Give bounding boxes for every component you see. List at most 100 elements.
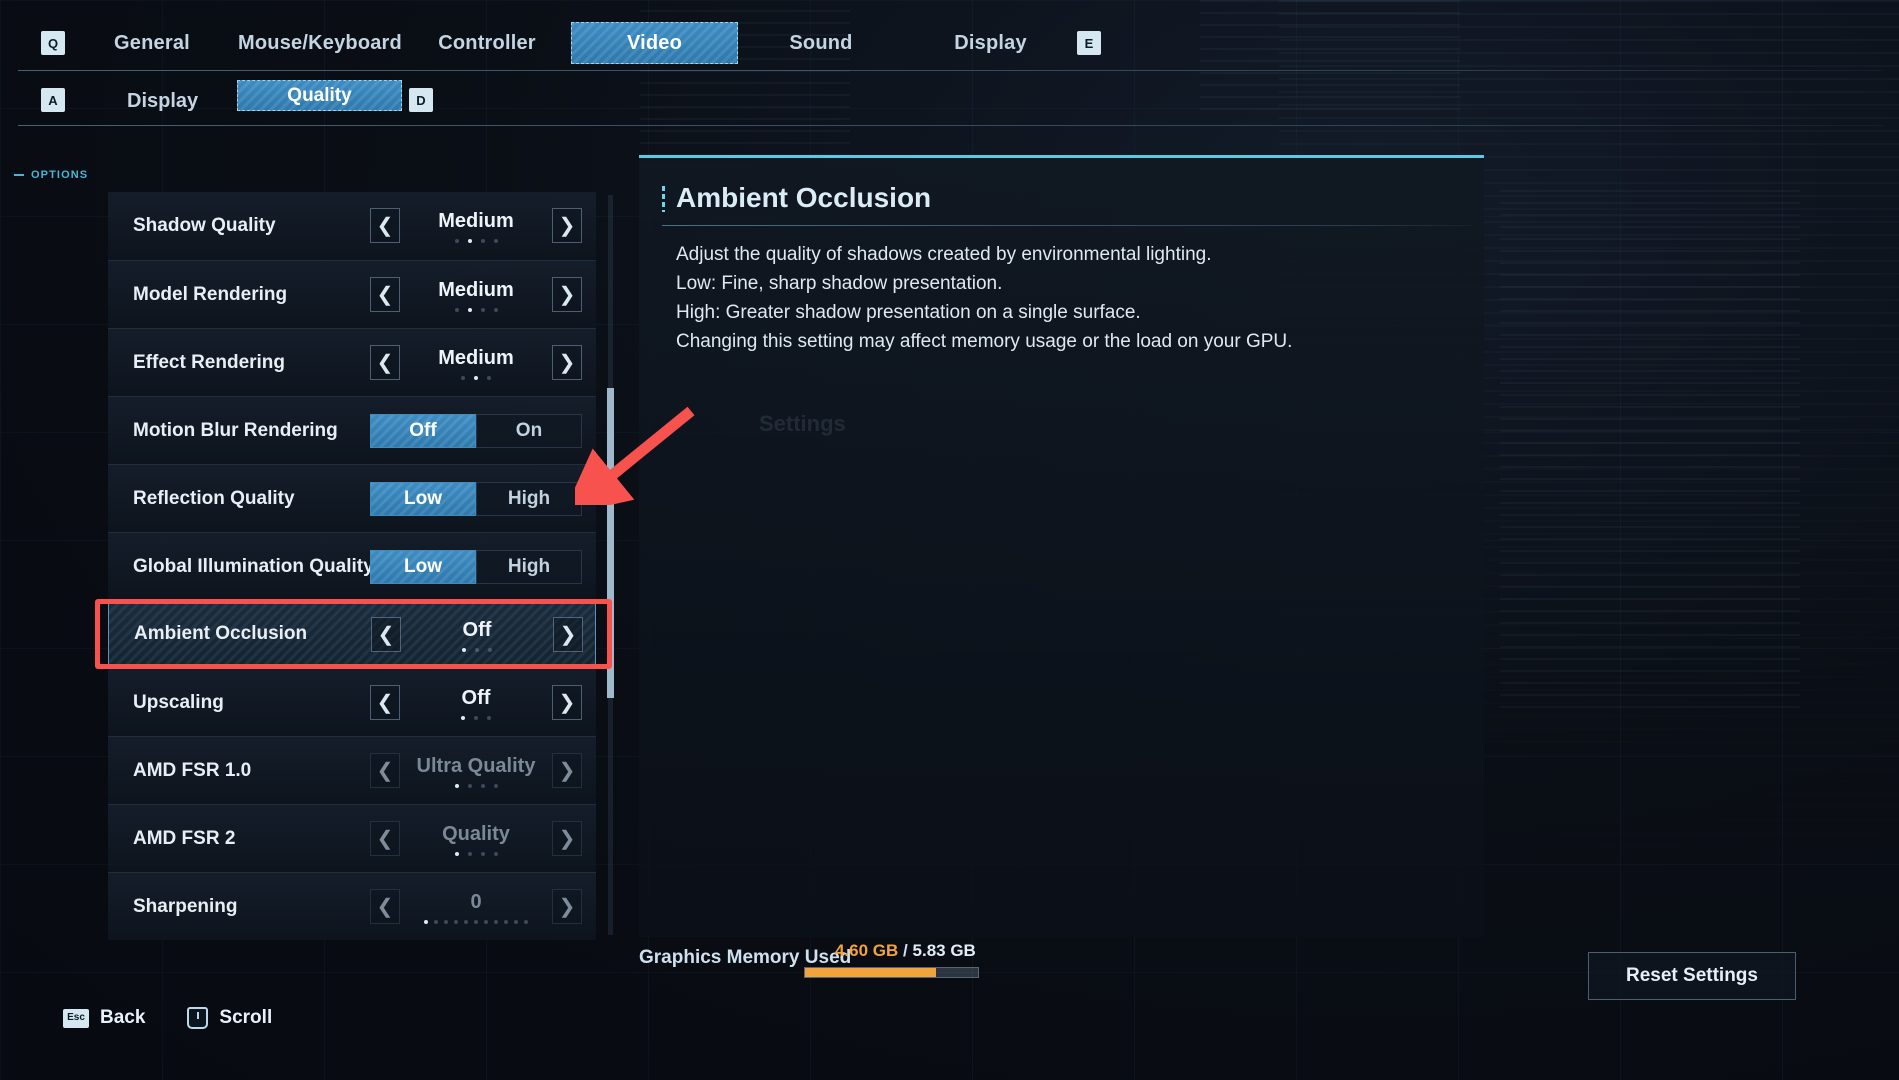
- setting-row-sharpening[interactable]: Sharpening ❮ ❯ 0: [108, 872, 596, 940]
- subnav-prev-key[interactable]: A: [41, 88, 65, 112]
- chevron-right-icon[interactable]: ❯: [552, 889, 582, 924]
- chevron-right-icon[interactable]: ❯: [552, 753, 582, 788]
- setting-row-upscaling[interactable]: Upscaling ❮ ❯ Off: [108, 668, 596, 736]
- position-dot: [454, 308, 459, 312]
- tab-sound[interactable]: Sound: [765, 22, 877, 64]
- hint-scroll[interactable]: Scroll: [187, 1007, 272, 1029]
- toggle-option-on[interactable]: On: [476, 414, 582, 448]
- reset-settings-button[interactable]: Reset Settings: [1588, 952, 1796, 1000]
- key-e-icon: E: [1077, 31, 1101, 55]
- tab-mouse-keyboard[interactable]: Mouse/Keyboard: [225, 22, 415, 64]
- subnav-selected-quality[interactable]: Quality: [237, 80, 402, 111]
- detail-line: Adjust the quality of shadows created by…: [676, 244, 1212, 265]
- graphics-memory-bar-fill: [805, 968, 937, 977]
- position-dot: [514, 920, 518, 924]
- hint-back[interactable]: Esc Back: [63, 1007, 145, 1029]
- chevron-left-icon[interactable]: ❮: [370, 685, 400, 720]
- setting-detail-panel: Ambient Occlusion Adjust the quality of …: [639, 155, 1484, 937]
- setting-row-shadow-quality[interactable]: Shadow Quality ❮ ❯ Medium: [108, 192, 596, 260]
- setting-label: AMD FSR 1.0: [133, 759, 252, 781]
- toggle-option-high[interactable]: High: [476, 482, 582, 516]
- subnav-next-key[interactable]: D: [409, 88, 433, 112]
- tab-general[interactable]: General: [93, 22, 211, 64]
- position-dot: [494, 920, 498, 924]
- position-dot: [480, 784, 485, 788]
- settings-list[interactable]: Shadow Quality ❮ ❯ Medium Model Rendering ❮ ❯ M…: [108, 192, 596, 940]
- subnav-divider: [18, 125, 1883, 126]
- setting-row-global-illumination-quality[interactable]: Global Illumination Quality Low High: [108, 532, 596, 600]
- chevron-right-icon[interactable]: ❯: [553, 617, 583, 652]
- setting-row-motion-blur-rendering[interactable]: Motion Blur Rendering Off On: [108, 396, 596, 464]
- tab-video[interactable]: Video: [571, 22, 738, 64]
- setting-row-reflection-quality[interactable]: Reflection Quality Low High: [108, 464, 596, 532]
- position-dot: [493, 308, 498, 312]
- position-dot: [480, 852, 485, 856]
- chevron-left-icon[interactable]: ❮: [371, 617, 401, 652]
- chevron-left-icon[interactable]: ❮: [370, 821, 400, 856]
- graphics-memory-label: Graphics Memory Used: [639, 947, 852, 968]
- detail-line: Changing this setting may affect memory …: [676, 331, 1293, 352]
- setting-row-effect-rendering[interactable]: Effect Rendering ❮ ❯ Medium: [108, 328, 596, 396]
- chevron-left-icon[interactable]: ❮: [370, 277, 400, 312]
- memory-total-value: 5.83 GB: [912, 941, 976, 960]
- chevron-right-icon[interactable]: ❯: [552, 685, 582, 720]
- setting-label: Shadow Quality: [133, 215, 276, 236]
- setting-row-model-rendering[interactable]: Model Rendering ❮ ❯ Medium: [108, 260, 596, 328]
- position-dot: [488, 648, 492, 652]
- detail-watermark: Settings: [759, 411, 846, 436]
- position-dot: [454, 239, 459, 243]
- chevron-right-icon[interactable]: ❯: [552, 821, 582, 856]
- detail-line: High: Greater shadow presentation on a s…: [676, 302, 1141, 323]
- toggle-option-high[interactable]: High: [476, 550, 582, 584]
- key-esc-icon: Esc: [63, 1008, 89, 1028]
- position-dot: [524, 920, 528, 924]
- tab-controller[interactable]: Controller: [425, 22, 549, 64]
- position-dot: [467, 784, 472, 788]
- chevron-left-icon[interactable]: ❮: [370, 889, 400, 924]
- chevron-left-icon[interactable]: ❮: [370, 208, 400, 243]
- chevron-right-icon[interactable]: ❯: [552, 277, 582, 312]
- setting-row-amd-fsr-1-0[interactable]: AMD FSR 1.0 ❮ ❯ Ultra Quality: [108, 736, 596, 804]
- chevron-right-icon[interactable]: ❯: [552, 345, 582, 380]
- chevron-right-icon[interactable]: ❯: [552, 208, 582, 243]
- nav-prev-key[interactable]: Q: [41, 31, 65, 55]
- toggle-option-off[interactable]: Off: [370, 414, 476, 448]
- game-settings-screen: Q General Mouse/Keyboard Controller Vide…: [0, 0, 1899, 1080]
- setting-stepper: ❮ ❯ Medium: [370, 339, 582, 387]
- chevron-left-icon[interactable]: ❮: [370, 345, 400, 380]
- setting-row-amd-fsr-2[interactable]: AMD FSR 2 ❮ ❯ Quality: [108, 804, 596, 872]
- toggle-option-low[interactable]: Low: [370, 550, 476, 584]
- detail-line: Low: Fine, sharp shadow presentation.: [676, 273, 1003, 294]
- setting-value: 0: [470, 891, 482, 913]
- chevron-left-icon[interactable]: ❮: [370, 753, 400, 788]
- detail-title: Ambient Occlusion: [676, 182, 932, 213]
- detail-description: Adjust the quality of shadows created by…: [676, 240, 1466, 356]
- graphics-memory-values: 4.60 GB / 5.83 GB: [835, 941, 976, 961]
- position-dot: [474, 920, 478, 924]
- position-dot: [454, 920, 458, 924]
- setting-stepper: ❮ ❯ Off: [371, 611, 583, 659]
- setting-toggle[interactable]: Off On: [370, 414, 582, 448]
- scrollbar-thumb[interactable]: [607, 388, 614, 698]
- setting-stepper: ❮ ❯ Ultra Quality: [370, 747, 582, 795]
- setting-value: Medium: [438, 210, 514, 232]
- setting-value: Medium: [438, 347, 514, 369]
- sub-navigation: A Display Quality D: [0, 80, 1899, 125]
- setting-stepper: ❮ ❯ Off: [370, 679, 582, 727]
- toggle-option-low[interactable]: Low: [370, 482, 476, 516]
- setting-toggle[interactable]: Low High: [370, 550, 582, 584]
- position-dot: [467, 239, 472, 243]
- tab-display[interactable]: Display: [930, 22, 1051, 64]
- setting-stepper: ❮ ❯ Medium: [370, 202, 582, 250]
- position-dot: [454, 852, 459, 856]
- setting-toggle[interactable]: Low High: [370, 482, 582, 516]
- setting-row-ambient-occlusion[interactable]: Ambient Occlusion ❮ ❯ Off: [108, 600, 596, 668]
- position-dot: [493, 784, 498, 788]
- nav-next-key[interactable]: E: [1077, 31, 1101, 55]
- position-dot: [475, 648, 479, 652]
- position-dot: [461, 376, 465, 380]
- position-dot: [467, 308, 472, 312]
- key-d-icon: D: [409, 88, 433, 112]
- setting-label: Motion Blur Rendering: [133, 419, 338, 441]
- section-dash-icon: [14, 174, 24, 176]
